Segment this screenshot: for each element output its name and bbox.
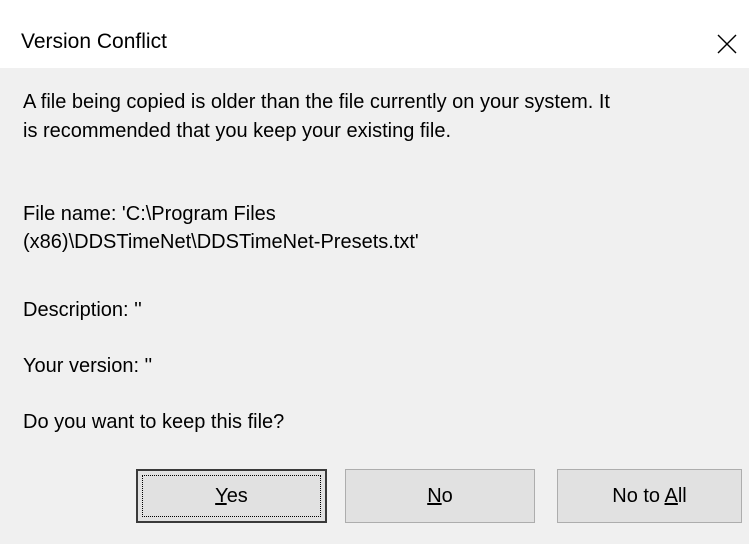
dialog-title: Version Conflict	[21, 30, 167, 53]
your-version-label: Your version: ''	[23, 355, 153, 377]
close-icon	[717, 34, 737, 54]
no-button-label: No	[427, 484, 453, 507]
keep-file-question: Do you want to keep this file?	[23, 411, 285, 433]
yes-button-label: Yes	[215, 484, 248, 507]
file-name-line-1: File name: 'C:\Program Files	[23, 203, 276, 225]
close-button[interactable]	[705, 24, 749, 64]
message-line-2: is recommended that you keep your existi…	[23, 120, 451, 142]
yes-button[interactable]: Yes	[136, 469, 327, 523]
no-to-all-button[interactable]: No to All	[557, 469, 742, 523]
message-line-1: A file being copied is older than the fi…	[23, 91, 610, 113]
file-name-line-2: (x86)\DDSTimeNet\DDSTimeNet-Presets.txt'	[23, 231, 419, 253]
version-conflict-dialog: Version Conflict A file being copied is …	[0, 0, 749, 544]
description-label: Description: ''	[23, 299, 142, 321]
no-to-all-button-label: No to All	[612, 484, 687, 507]
no-button[interactable]: No	[345, 469, 535, 523]
title-bar: Version Conflict	[0, 0, 749, 68]
